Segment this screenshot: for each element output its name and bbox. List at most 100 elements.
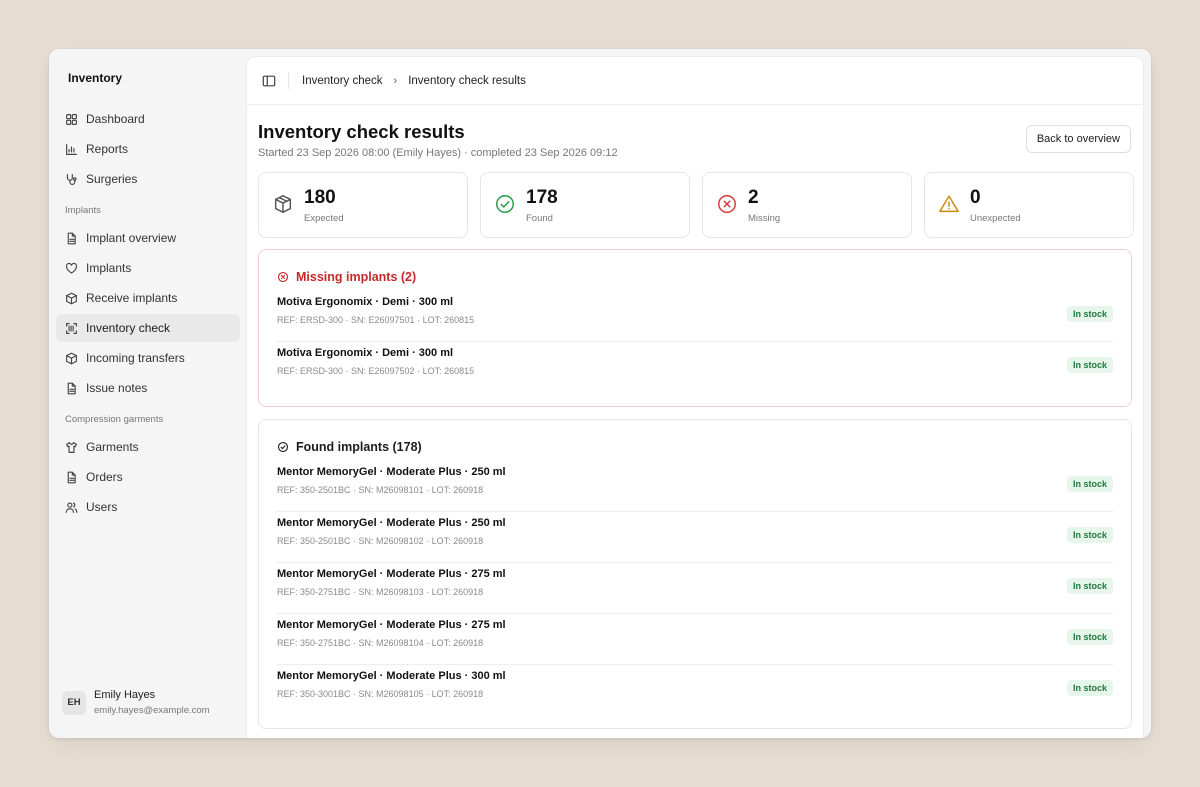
sidebar-item-users[interactable]: Users xyxy=(56,493,240,521)
sidebar-item-inventory-check[interactable]: Inventory check xyxy=(56,314,240,342)
list-item[interactable]: Motiva Ergonomix · Demi · 300 ml REF: ER… xyxy=(277,291,1113,342)
stat-missing: 2 Missing xyxy=(702,172,912,238)
stat-found: 178 Found xyxy=(480,172,690,238)
sidebar-item-orders[interactable]: Orders xyxy=(56,463,240,491)
status-badge: In stock xyxy=(1066,527,1113,543)
sidebar-item-label: Surgeries xyxy=(86,172,138,186)
status-badge: In stock xyxy=(1066,306,1113,322)
app-title: Inventory xyxy=(68,71,123,85)
user-name: Emily Hayes xyxy=(94,689,156,701)
scan-icon xyxy=(66,322,77,334)
breadcrumb-current: Inventory check results xyxy=(408,74,526,87)
sidebar-item-label: Receive implants xyxy=(86,291,178,305)
chevron-right-icon: › xyxy=(393,74,398,87)
back-to-overview-button[interactable]: Back to overview xyxy=(1025,125,1131,153)
stats-row: 180 Expected 178 Found 2 Missing 0 Unexp… xyxy=(258,172,1134,238)
sidebar: Inventory Dashboard Reports Surgeries Im… xyxy=(49,49,246,738)
divider xyxy=(288,72,289,89)
implant-meta: REF: 350-2501BC · SN: M26098101 · LOT: 2… xyxy=(277,485,484,495)
user-profile[interactable]: EH Emily Hayes emily.hayes@example.com xyxy=(62,689,210,716)
breadcrumb-parent[interactable]: Inventory check xyxy=(302,75,383,87)
user-email: emily.hayes@example.com xyxy=(94,705,210,716)
list-item[interactable]: Motiva Ergonomix · Demi · 300 ml REF: ER… xyxy=(277,342,1113,393)
missing-implants-title: Missing implants (2) xyxy=(277,270,416,284)
stat-label: Expected xyxy=(304,213,344,224)
check-circle-icon xyxy=(277,441,289,453)
implant-name: Mentor MemoryGel · Moderate Plus · 250 m… xyxy=(277,517,506,529)
status-badge: In stock xyxy=(1066,578,1113,594)
stat-label: Found xyxy=(526,213,553,224)
stat-value: 2 xyxy=(748,187,759,208)
sidebar-toggle-icon[interactable] xyxy=(262,74,276,88)
found-implants-card: Found implants (178) Mentor MemoryGel · … xyxy=(258,419,1132,729)
sidebar-item-label: Implant overview xyxy=(86,231,177,245)
sidebar-item-implant-overview[interactable]: Implant overview xyxy=(56,224,240,252)
nav-section-compression-garments: Compression garments xyxy=(65,414,164,425)
sidebar-item-implants[interactable]: Implants xyxy=(56,254,240,282)
sidebar-item-garments[interactable]: Garments xyxy=(56,433,240,461)
implant-meta: REF: ERSD-300 · SN: E26097502 · LOT: 260… xyxy=(277,366,475,376)
sidebar-item-issue-notes[interactable]: Issue notes xyxy=(56,374,240,402)
main-panel: Inventory check › Inventory check result… xyxy=(246,56,1144,738)
sidebar-item-receive-implants[interactable]: Receive implants xyxy=(56,284,240,312)
implant-meta: REF: 350-2751BC · SN: M26098103 · LOT: 2… xyxy=(277,587,484,597)
box-icon xyxy=(66,292,77,304)
card-title-text: Missing implants (2) xyxy=(296,270,417,284)
status-badge: In stock xyxy=(1066,680,1113,696)
implant-name: Mentor MemoryGel · Moderate Plus · 250 m… xyxy=(277,466,506,478)
app-window: Inventory Dashboard Reports Surgeries Im… xyxy=(49,49,1151,738)
stat-unexpected: 0 Unexpected xyxy=(924,172,1134,238)
sidebar-item-surgeries[interactable]: Surgeries xyxy=(56,165,240,193)
sidebar-item-label: Dashboard xyxy=(86,112,145,126)
x-circle-icon xyxy=(718,195,736,213)
sidebar-item-incoming-transfers[interactable]: Incoming transfers xyxy=(56,344,240,372)
status-badge: In stock xyxy=(1066,357,1113,373)
list-item[interactable]: Mentor MemoryGel · Moderate Plus · 275 m… xyxy=(277,614,1113,665)
stat-label: Unexpected xyxy=(970,213,1021,224)
avatar: EH xyxy=(62,690,86,715)
sidebar-item-dashboard[interactable]: Dashboard xyxy=(56,105,240,133)
implant-meta: REF: 350-2501BC · SN: M26098102 · LOT: 2… xyxy=(277,536,484,546)
status-badge: In stock xyxy=(1066,476,1113,492)
list-item[interactable]: Mentor MemoryGel · Moderate Plus · 300 m… xyxy=(277,665,1113,716)
sidebar-item-label: Reports xyxy=(86,142,129,156)
nav-section-implants: Implants xyxy=(65,205,101,216)
missing-implants-list: Motiva Ergonomix · Demi · 300 ml REF: ER… xyxy=(277,291,1113,393)
list-item[interactable]: Mentor MemoryGel · Moderate Plus · 250 m… xyxy=(277,512,1113,563)
sidebar-item-reports[interactable]: Reports xyxy=(56,135,240,163)
users-icon xyxy=(65,501,78,513)
implant-name: Mentor MemoryGel · Moderate Plus · 275 m… xyxy=(277,568,506,580)
box-icon xyxy=(274,195,292,213)
document-icon xyxy=(67,232,76,244)
warning-icon xyxy=(939,195,959,213)
implant-name: Mentor MemoryGel · Moderate Plus · 275 m… xyxy=(277,619,506,631)
card-title-text: Found implants (178) xyxy=(296,440,422,454)
page-title: Inventory check results xyxy=(258,121,465,142)
dashboard-icon xyxy=(66,113,77,125)
check-circle-icon xyxy=(496,195,514,213)
stethoscope-icon xyxy=(66,173,77,185)
breadcrumb: Inventory check › Inventory check result… xyxy=(302,75,526,87)
stat-value: 178 xyxy=(526,187,558,208)
implant-name: Motiva Ergonomix · Demi · 300 ml xyxy=(277,296,454,308)
stat-expected: 180 Expected xyxy=(258,172,468,238)
shirt-icon xyxy=(66,441,77,453)
box-icon xyxy=(66,352,77,364)
list-item[interactable]: Mentor MemoryGel · Moderate Plus · 275 m… xyxy=(277,563,1113,614)
sidebar-item-label: Orders xyxy=(86,470,123,484)
sidebar-item-label: Garments xyxy=(86,440,139,454)
page-subtitle: Started 23 Sep 2026 08:00 (Emily Hayes) … xyxy=(258,147,618,159)
implant-meta: REF: 350-3001BC · SN: M26098105 · LOT: 2… xyxy=(277,689,484,699)
heart-icon xyxy=(65,262,78,274)
sidebar-item-label: Incoming transfers xyxy=(86,351,185,365)
stat-value: 0 xyxy=(970,187,981,208)
implant-name: Motiva Ergonomix · Demi · 300 ml xyxy=(277,347,454,359)
sidebar-nav: Dashboard Reports Surgeries Implants Imp… xyxy=(56,105,240,523)
x-circle-icon xyxy=(277,271,289,283)
implant-meta: REF: ERSD-300 · SN: E26097501 · LOT: 260… xyxy=(277,315,475,325)
found-implants-title: Found implants (178) xyxy=(277,440,422,454)
status-badge: In stock xyxy=(1066,629,1113,645)
stat-value: 180 xyxy=(304,187,336,208)
implant-name: Mentor MemoryGel · Moderate Plus · 300 m… xyxy=(277,670,506,682)
list-item[interactable]: Mentor MemoryGel · Moderate Plus · 250 m… xyxy=(277,461,1113,512)
